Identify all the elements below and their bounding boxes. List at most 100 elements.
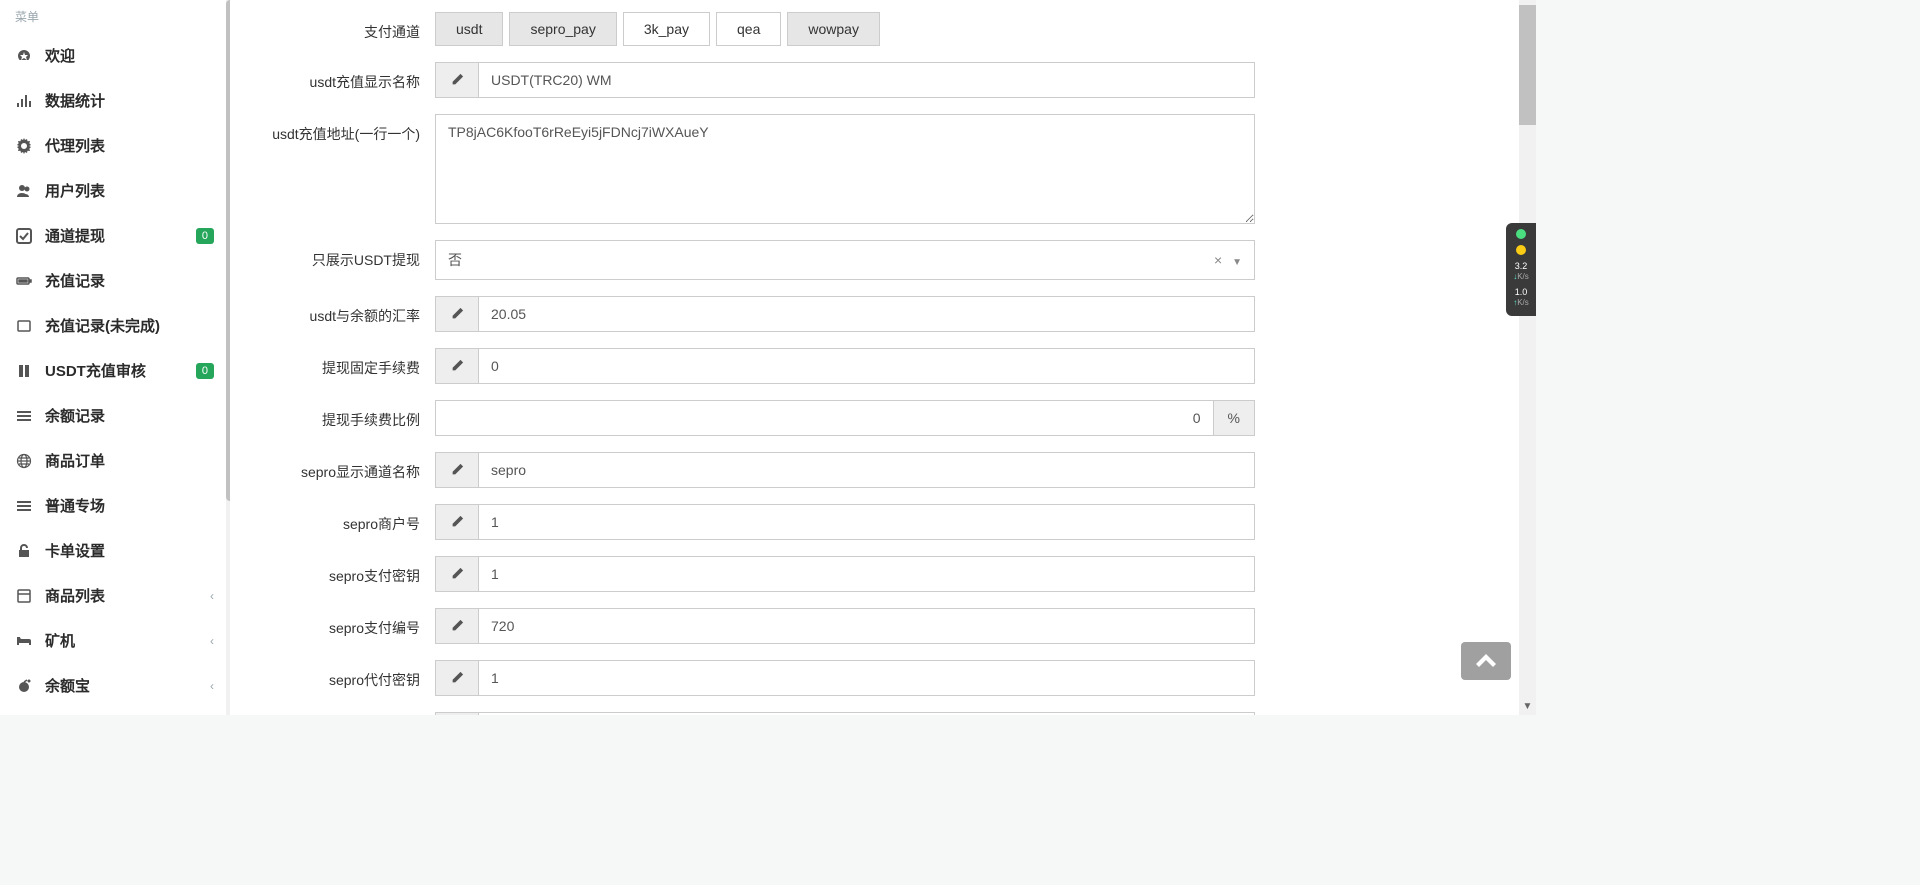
nav-label: USDT充值审核 bbox=[45, 360, 190, 381]
back-to-top-button[interactable] bbox=[1461, 642, 1511, 680]
nav-balance[interactable]: 余额记录 bbox=[0, 393, 229, 438]
channel-buttons: usdt sepro_pay 3k_pay qea wowpay bbox=[435, 12, 880, 46]
fee-fixed-label: 提现固定手续费 bbox=[255, 348, 435, 378]
nav-orders[interactable]: 商品订单 bbox=[0, 438, 229, 483]
edit-icon bbox=[435, 296, 478, 332]
nav-label: 矿机 bbox=[45, 630, 210, 651]
channel-label: 支付通道 bbox=[255, 12, 435, 42]
nav-label: 通道提现 bbox=[45, 225, 190, 246]
nav-users[interactable]: 用户列表 bbox=[0, 168, 229, 213]
nav-withdraw[interactable]: 通道提现 0 bbox=[0, 213, 229, 258]
sepro-key-label: sepro支付密钥 bbox=[255, 556, 435, 586]
nav-recharge[interactable]: 充值记录 bbox=[0, 258, 229, 303]
fee-fixed-input[interactable] bbox=[478, 348, 1255, 384]
edit-icon bbox=[435, 712, 478, 715]
channel-wowpay[interactable]: wowpay bbox=[787, 12, 880, 46]
channel-3k[interactable]: 3k_pay bbox=[623, 12, 710, 46]
nav-label: 卡单设置 bbox=[45, 540, 214, 561]
usdt-rate-input[interactable] bbox=[478, 296, 1255, 332]
sepro-merchant-input[interactable] bbox=[478, 504, 1255, 540]
net-up: 1.0 ↑K/s bbox=[1513, 287, 1529, 307]
nav-label: 普通专场 bbox=[45, 495, 214, 516]
dashboard-icon bbox=[15, 47, 33, 65]
net-down: 3.2 ↓K/s bbox=[1513, 261, 1529, 281]
scroll-down-icon[interactable]: ▼ bbox=[1519, 698, 1536, 715]
nav-usdt-audit[interactable]: USDT充值审核 0 bbox=[0, 348, 229, 393]
list-icon bbox=[15, 497, 33, 515]
edit-icon bbox=[435, 452, 478, 488]
check-icon bbox=[15, 227, 33, 245]
select-clear-icon[interactable]: × bbox=[1214, 252, 1222, 268]
gear-icon bbox=[15, 137, 33, 155]
fee-rate-label: 提现手续费比例 bbox=[255, 400, 435, 430]
sidebar-header: 菜单 bbox=[0, 0, 229, 33]
scrollbar-thumb[interactable] bbox=[1519, 5, 1536, 125]
usdt-addr-label: usdt充值地址(一行一个) bbox=[255, 114, 435, 144]
nav-welcome[interactable]: 欢迎 bbox=[0, 33, 229, 78]
sepro-merchant-label: sepro商户号 bbox=[255, 504, 435, 534]
usdt-only-select[interactable]: 否 × ▼ bbox=[435, 240, 1255, 280]
edit-icon bbox=[435, 348, 478, 384]
battery-icon bbox=[15, 272, 33, 290]
sepro-key-input[interactable] bbox=[478, 556, 1255, 592]
chevron-left-icon: ‹ bbox=[210, 589, 214, 603]
fee-rate-input[interactable] bbox=[435, 400, 1214, 436]
edit-icon bbox=[435, 608, 478, 644]
sepro-payout-key-label: sepro代付密钥 bbox=[255, 660, 435, 690]
pause-icon bbox=[15, 362, 33, 380]
globe-icon bbox=[15, 452, 33, 470]
usdt-name-input[interactable] bbox=[478, 62, 1255, 98]
channel-usdt[interactable]: usdt bbox=[435, 12, 503, 46]
users-icon bbox=[15, 182, 33, 200]
chevron-down-icon: ▼ bbox=[1232, 257, 1242, 268]
nav-label: 充值记录(未完成) bbox=[45, 315, 214, 336]
network-widget[interactable]: 3.2 ↓K/s 1.0 ↑K/s bbox=[1506, 223, 1536, 316]
select-value: 否 bbox=[448, 250, 462, 270]
nav-card[interactable]: 卡单设置 bbox=[0, 528, 229, 573]
edit-icon bbox=[435, 556, 478, 592]
edit-icon bbox=[435, 660, 478, 696]
status-dot-yellow bbox=[1516, 245, 1526, 255]
sepro-name-label: sepro显示通道名称 bbox=[255, 452, 435, 482]
nav-yuebao[interactable]: 余额宝 ‹ bbox=[0, 663, 229, 708]
percent-suffix: % bbox=[1214, 400, 1255, 436]
edit-icon bbox=[435, 504, 478, 540]
nav-label: 商品订单 bbox=[45, 450, 214, 471]
reddit-icon bbox=[15, 677, 33, 695]
nav-label: 余额记录 bbox=[45, 405, 214, 426]
nav-label: 数据统计 bbox=[45, 90, 214, 111]
unlock-icon bbox=[15, 542, 33, 560]
sepro-name-input[interactable] bbox=[478, 452, 1255, 488]
edit-icon bbox=[435, 62, 478, 98]
nav-badge: 0 bbox=[196, 363, 214, 379]
nav-agents[interactable]: 代理列表 bbox=[0, 123, 229, 168]
nav-label: 余额宝 bbox=[45, 675, 210, 696]
main-content: 支付通道 usdt sepro_pay 3k_pay qea wowpay us… bbox=[230, 0, 1536, 715]
channel-qea[interactable]: qea bbox=[716, 12, 781, 46]
usdt-only-label: 只展示USDT提现 bbox=[255, 240, 435, 270]
nav-products[interactable]: 商品列表 ‹ bbox=[0, 573, 229, 618]
bed-icon bbox=[15, 632, 33, 650]
nav-recharge-pending[interactable]: 充值记录(未完成) bbox=[0, 303, 229, 348]
nav-label: 欢迎 bbox=[45, 45, 214, 66]
channel-sepro[interactable]: sepro_pay bbox=[509, 12, 616, 46]
device-icon bbox=[15, 317, 33, 335]
nav-label: 用户列表 bbox=[45, 180, 214, 201]
sepro-code-label: sepro支付编号 bbox=[255, 608, 435, 638]
nav-stats[interactable]: 数据统计 bbox=[0, 78, 229, 123]
usdt-rate-label: usdt与余额的汇率 bbox=[255, 296, 435, 326]
sepro-code-input[interactable] bbox=[478, 608, 1255, 644]
chevron-left-icon: ‹ bbox=[210, 634, 214, 648]
usdt-name-label: usdt充值显示名称 bbox=[255, 62, 435, 92]
sepro-gateway-input[interactable] bbox=[478, 712, 1255, 715]
sidebar: 菜单 欢迎 数据统计 代理列表 用户列表 通道提现 0 充值记录 充值记录 bbox=[0, 0, 230, 715]
nav-label: 代理列表 bbox=[45, 135, 214, 156]
sepro-gateway-label: sepro支付网关 bbox=[255, 712, 435, 715]
usdt-addr-textarea[interactable]: TP8jAC6KfooT6rReEyi5jFDNcj7iWXAueY bbox=[435, 114, 1255, 224]
sepro-payout-key-input[interactable] bbox=[478, 660, 1255, 696]
page-scrollbar[interactable]: ▲ ▼ bbox=[1519, 0, 1536, 715]
nav-miner[interactable]: 矿机 ‹ bbox=[0, 618, 229, 663]
nav-badge: 0 bbox=[196, 228, 214, 244]
nav-normal[interactable]: 普通专场 bbox=[0, 483, 229, 528]
window-icon bbox=[15, 587, 33, 605]
